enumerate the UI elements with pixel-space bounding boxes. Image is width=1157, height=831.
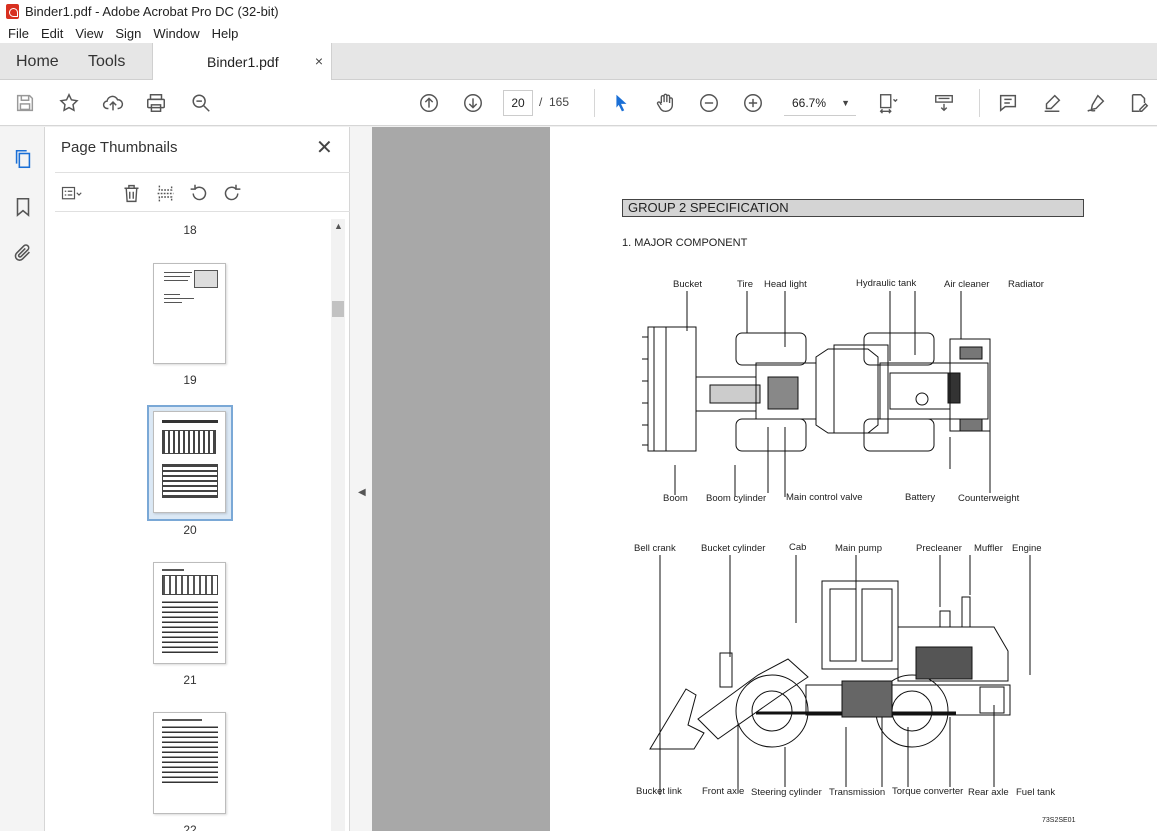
attachment-paperclip-icon[interactable]	[11, 241, 35, 265]
thumbnail-label: 22	[183, 823, 197, 831]
label-transmission: Transmission	[829, 787, 886, 798]
chevron-up-icon[interactable]: ▲	[334, 221, 343, 231]
label-boom: Boom	[663, 493, 688, 504]
page-separator: /	[539, 95, 543, 109]
hand-tool-icon[interactable]	[653, 91, 677, 115]
highlight-pen-icon[interactable]	[1040, 91, 1064, 115]
collapse-panel-icon[interactable]: ◀	[358, 487, 366, 498]
label-battery: Battery	[905, 492, 936, 503]
title-bar: Binder1.pdf - Adobe Acrobat Pro DC (32-b…	[0, 0, 1157, 23]
label-torque-converter: Torque converter	[892, 786, 964, 797]
label-bucket: Bucket	[673, 279, 703, 290]
select-cursor-icon[interactable]	[609, 91, 633, 115]
chevron-down-icon: ▼	[841, 98, 850, 108]
thumbnail-label: 18	[183, 223, 197, 237]
thumbnail-label: 20	[183, 523, 197, 537]
scrollbar-thumb[interactable]	[332, 301, 344, 317]
tab-home[interactable]: Home	[16, 53, 59, 71]
tab-close-icon[interactable]: ×	[315, 53, 323, 69]
panel-splitter[interactable]: ◀	[350, 127, 372, 831]
acrobat-logo-icon	[6, 4, 19, 19]
menu-sign[interactable]: Sign	[109, 26, 147, 41]
tab-bar: Home Tools Binder1.pdf ×	[0, 43, 1157, 80]
rotate-left-icon[interactable]	[186, 181, 210, 205]
edit-pdf-icon[interactable]	[1127, 91, 1151, 115]
bookmark-icon[interactable]	[11, 195, 35, 219]
zoom-select[interactable]: 66.7% ▼	[784, 90, 856, 116]
sign-pen-icon[interactable]	[1084, 91, 1108, 115]
panel-title: Page Thumbnails	[61, 139, 178, 156]
loader-diagrams	[642, 291, 1031, 795]
zoom-in-icon[interactable]	[741, 91, 765, 115]
window-title: Binder1.pdf - Adobe Acrobat Pro DC (32-b…	[25, 4, 279, 19]
label-engine: Engine	[1012, 543, 1042, 554]
label-cab: Cab	[789, 542, 807, 553]
tab-tools[interactable]: Tools	[88, 53, 125, 71]
search-zoom-icon[interactable]	[189, 91, 213, 115]
print-icon[interactable]	[144, 91, 168, 115]
scroll-mode-icon[interactable]	[932, 91, 956, 115]
page-thumbnails-icon[interactable]	[11, 147, 35, 171]
comment-icon[interactable]	[996, 91, 1020, 115]
delete-page-icon[interactable]	[119, 181, 143, 205]
label-bucket-link: Bucket link	[636, 786, 682, 797]
menu-file[interactable]: File	[2, 26, 35, 41]
upload-cloud-icon[interactable]	[101, 91, 125, 115]
toolbar-divider	[979, 89, 980, 117]
left-navigation-rail	[0, 127, 45, 831]
zoom-out-icon[interactable]	[697, 91, 721, 115]
menu-window[interactable]: Window	[147, 26, 205, 41]
close-icon[interactable]: ✕	[316, 135, 333, 160]
label-bell-crank: Bell crank	[634, 543, 676, 554]
label-head-light: Head light	[764, 279, 807, 290]
menu-bar: File Edit View Sign Window Help	[0, 23, 1157, 43]
previous-page-icon[interactable]	[417, 91, 441, 115]
thumbnail-page-22[interactable]	[153, 712, 226, 814]
acrobat-window: Binder1.pdf - Adobe Acrobat Pro DC (32-b…	[0, 0, 1157, 831]
thumbnail-page-19[interactable]	[153, 263, 226, 364]
bookmark-star-icon[interactable]	[57, 91, 81, 115]
label-fuel-tank: Fuel tank	[1016, 787, 1056, 798]
figure-code: 73S2SE01	[1042, 817, 1076, 824]
save-icon[interactable]	[13, 91, 37, 115]
page-thumbnails-panel: Page Thumbnails ✕ ▲ 18 19 20 21 22	[45, 127, 350, 831]
thumbnail-label: 21	[183, 673, 197, 687]
label-main-pump: Main pump	[835, 543, 882, 554]
label-hydraulic-tank: Hydraulic tank	[856, 278, 917, 289]
zoom-value: 66.7%	[792, 96, 827, 110]
label-radiator: Radiator	[1008, 279, 1044, 290]
total-pages: 165	[549, 95, 570, 109]
thumbnail-page-21[interactable]	[153, 562, 226, 664]
split-pages-icon[interactable]	[153, 181, 177, 205]
document-view[interactable]: GROUP 2 SPECIFICATION 1. MAJOR COMPONENT	[372, 127, 1157, 831]
label-tire: Tire	[737, 279, 754, 290]
next-page-icon[interactable]	[461, 91, 485, 115]
menu-edit[interactable]: Edit	[35, 26, 69, 41]
pdf-page: GROUP 2 SPECIFICATION 1. MAJOR COMPONENT	[550, 127, 1157, 831]
page-number-input[interactable]: 20	[503, 90, 533, 116]
toolbar-divider	[594, 89, 595, 117]
label-air-cleaner: Air cleaner	[944, 279, 990, 290]
label-rear-axle: Rear axle	[968, 787, 1009, 798]
label-boom-cylinder: Boom cylinder	[706, 493, 767, 504]
label-front-axle: Front axle	[702, 786, 745, 797]
page-fit-icon[interactable]	[876, 91, 900, 115]
label-main-control-valve: Main control valve	[786, 492, 863, 503]
tab-document[interactable]: Binder1.pdf ×	[152, 43, 332, 80]
thumbnail-page-20[interactable]	[153, 411, 226, 513]
label-muffler: Muffler	[974, 543, 1003, 554]
thumbnail-tools	[55, 172, 350, 212]
main-toolbar	[0, 80, 1157, 126]
tab-document-label: Binder1.pdf	[207, 54, 279, 70]
label-precleaner: Precleaner	[916, 543, 962, 554]
label-counterweight: Counterweight	[958, 493, 1020, 504]
menu-help[interactable]: Help	[206, 26, 245, 41]
menu-view[interactable]: View	[69, 26, 109, 41]
thumbnail-options-icon[interactable]	[59, 181, 83, 205]
thumbnail-scrollbar[interactable]: ▲	[331, 219, 345, 831]
rotate-right-icon[interactable]	[220, 181, 244, 205]
label-steering-cylinder: Steering cylinder	[751, 787, 822, 798]
label-bucket-cylinder: Bucket cylinder	[701, 543, 766, 554]
thumbnail-label: 19	[183, 373, 197, 387]
